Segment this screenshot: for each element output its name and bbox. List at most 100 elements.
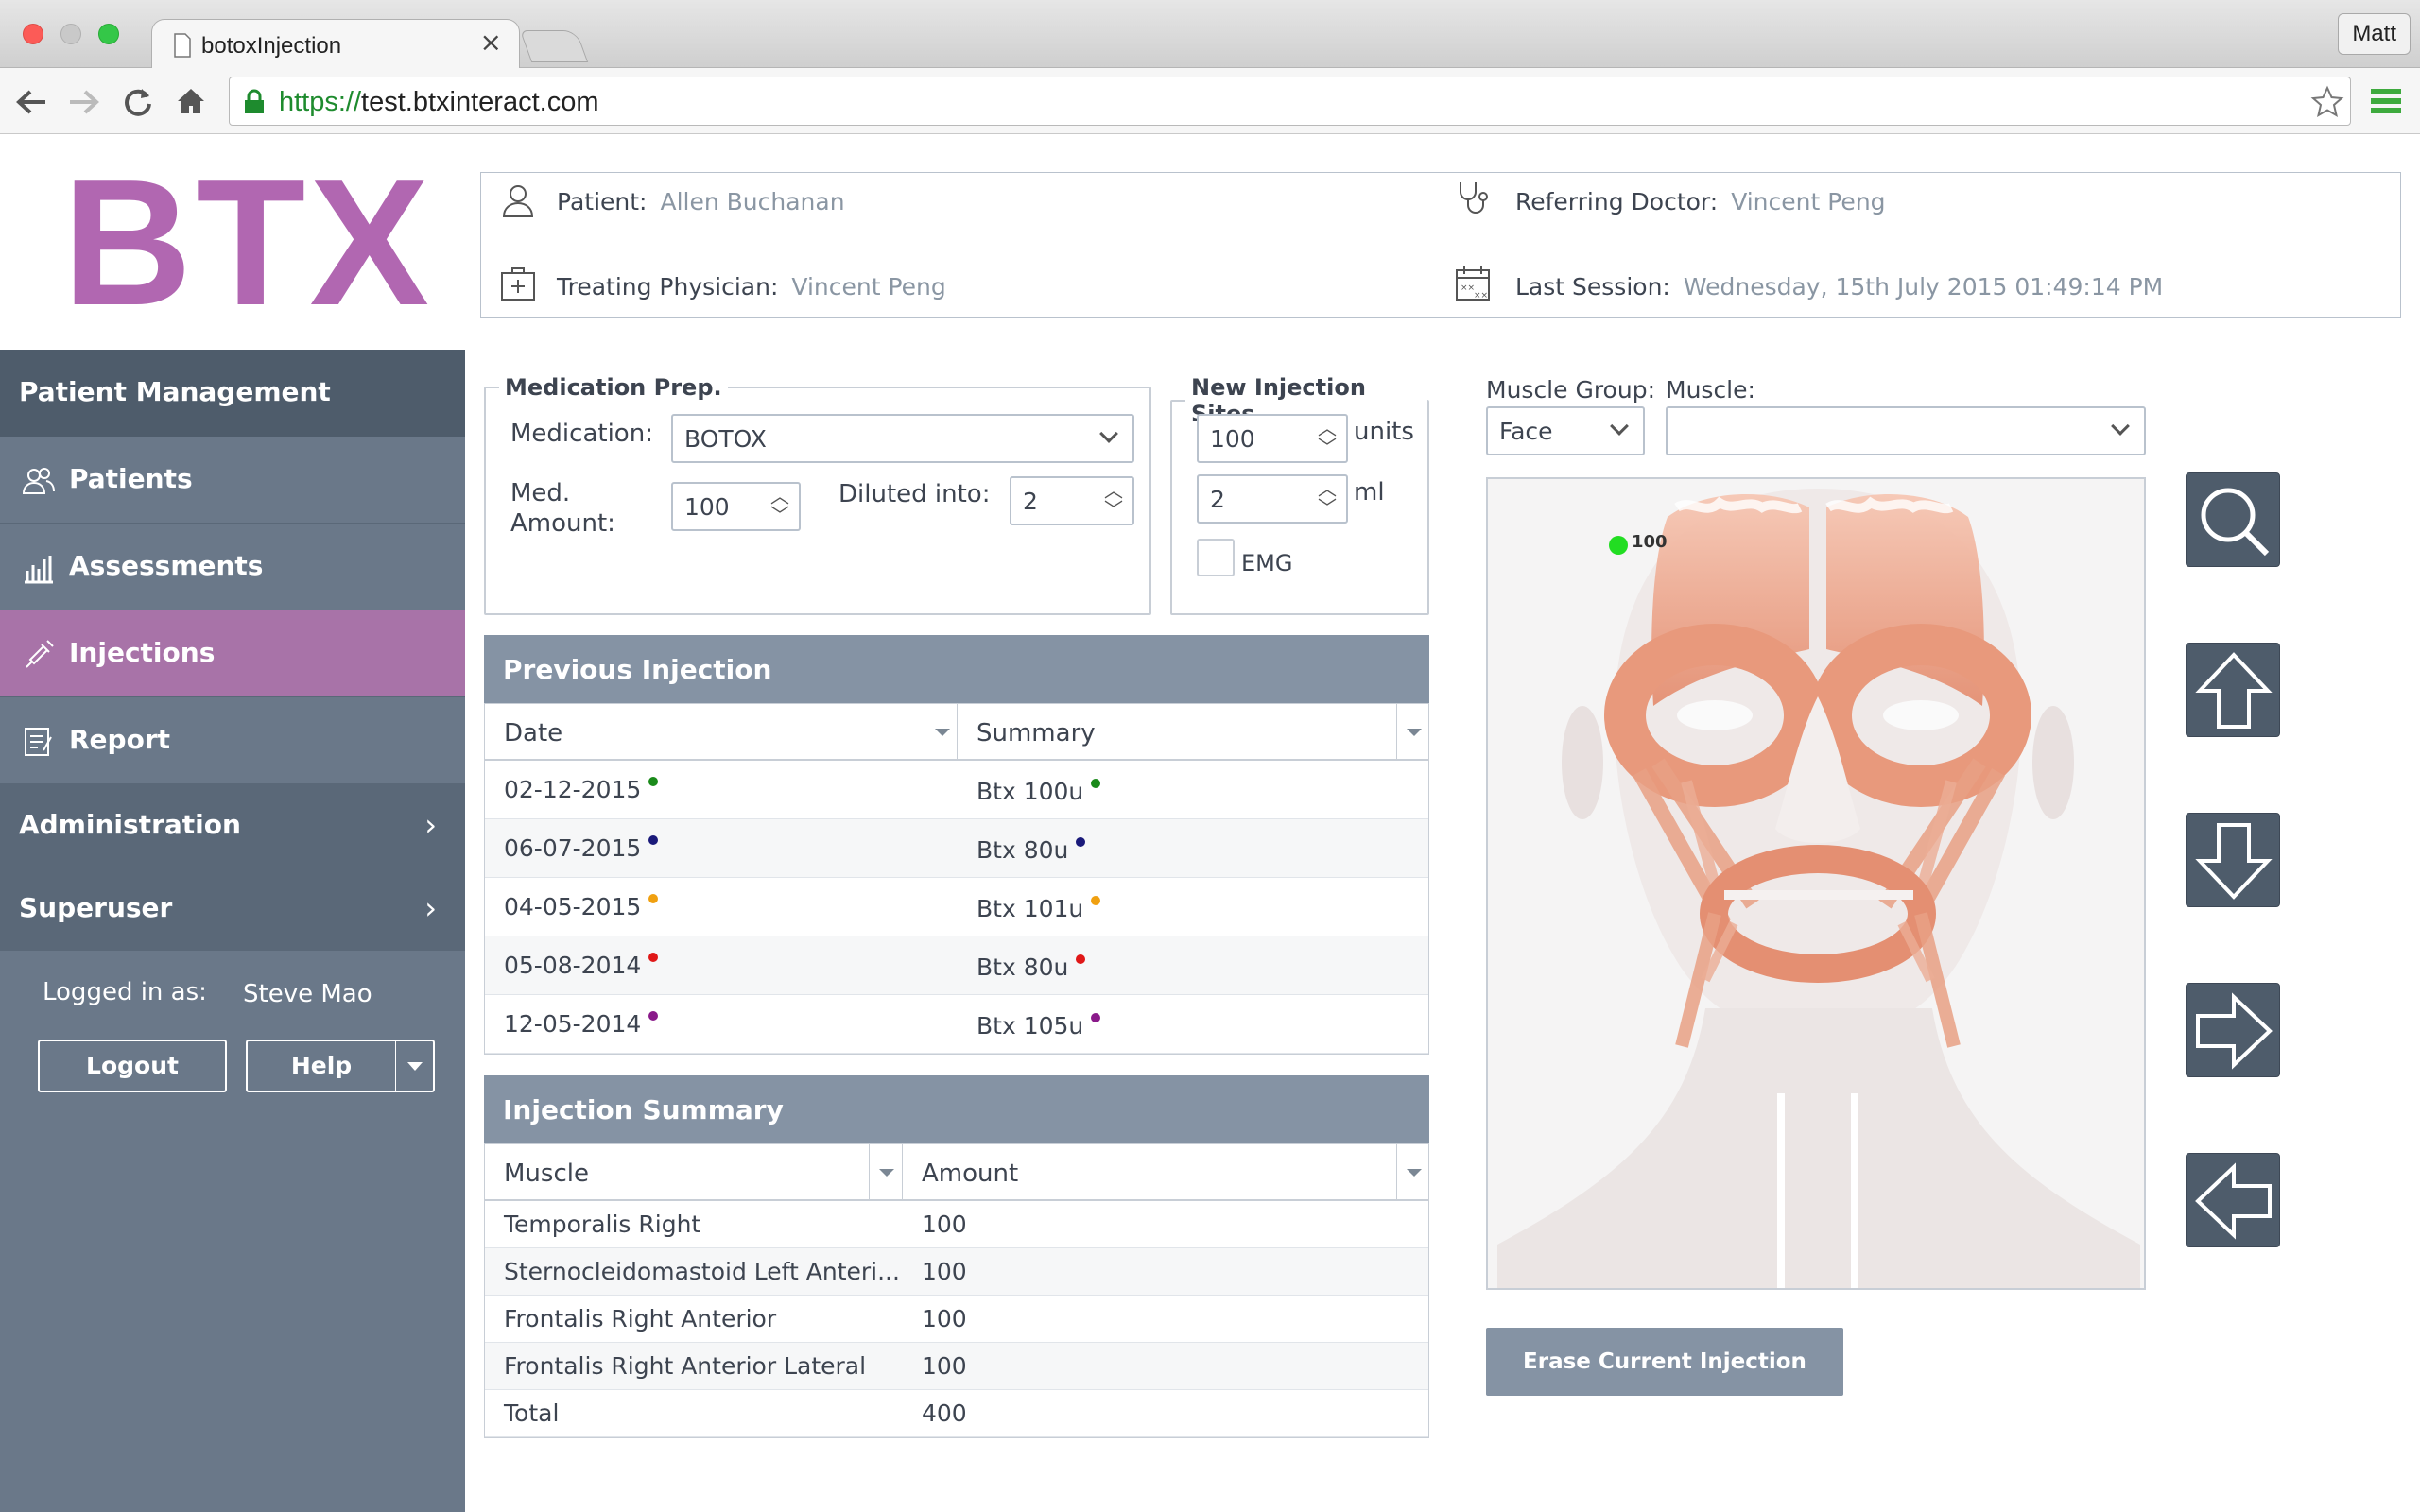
muscle-label: Muscle:	[1666, 376, 1755, 404]
back-icon[interactable]	[15, 89, 47, 115]
last-session: Wednesday, 15th July 2015 01:49:14 PM	[1683, 273, 2164, 301]
status-dot	[1091, 896, 1101, 905]
magnifier-icon	[2201, 488, 2270, 557]
column-menu-icon[interactable]	[1396, 704, 1428, 761]
home-icon[interactable]	[176, 87, 206, 115]
zoom-button[interactable]	[2186, 472, 2280, 567]
muscle-name: Sternocleidomastoid Left Anteri...	[504, 1258, 900, 1285]
medication-select[interactable]: BOTOX	[671, 414, 1134, 463]
column-header-date[interactable]: Date	[504, 719, 562, 747]
move-left-button[interactable]	[2186, 1153, 2280, 1247]
injection-summary: Btx 105u	[977, 1012, 1101, 1040]
reload-icon[interactable]	[123, 87, 153, 117]
browser-tab[interactable]: botoxInjection ×	[151, 19, 520, 70]
face-anatomy-canvas[interactable]: 100	[1486, 477, 2146, 1290]
table-row[interactable]: 12-05-2014 Btx 105u	[485, 995, 1428, 1054]
status-dot	[1076, 954, 1086, 964]
injection-date: 12-05-2014	[504, 1010, 659, 1038]
column-menu-icon[interactable]	[1396, 1144, 1428, 1201]
column-header-summary[interactable]: Summary	[977, 719, 1096, 747]
address-bar[interactable]: https://test.btxinteract.com	[229, 77, 2351, 126]
table-row[interactable]: 06-07-2015 Btx 80u	[485, 819, 1428, 878]
muscle-amount: 100	[922, 1305, 967, 1332]
sidebar-group-superuser[interactable]: Superuser ›	[0, 868, 465, 951]
spinner-arrows-icon[interactable]: ︿ ﹀	[770, 487, 789, 524]
med-amount-stepper[interactable]: 100 ︿ ﹀	[671, 482, 801, 531]
referring-doctor-row: Referring Doctor: Vincent Peng	[1515, 188, 1886, 215]
emg-checkbox[interactable]	[1197, 539, 1235, 576]
caret-down-icon	[407, 1062, 423, 1078]
forward-icon[interactable]	[68, 89, 100, 115]
spinner-arrows-icon[interactable]: ︿ ﹀	[1318, 419, 1337, 456]
units-stepper[interactable]: 100 ︿ ﹀	[1197, 414, 1348, 463]
close-window-button[interactable]	[23, 24, 43, 44]
menu-icon[interactable]	[2371, 87, 2401, 115]
table-row[interactable]: Sternocleidomastoid Left Anteri... 100	[485, 1248, 1428, 1296]
profile-button[interactable]: Matt	[2338, 13, 2411, 55]
erase-injection-points-button[interactable]: Erase Current Injection Points	[1486, 1328, 1843, 1442]
help-button[interactable]: Help	[246, 1040, 435, 1092]
status-dot	[648, 835, 659, 845]
muscle-amount: 100	[922, 1352, 967, 1380]
table-row[interactable]: Frontalis Right Anterior 100	[485, 1296, 1428, 1343]
table-row[interactable]: 04-05-2015 Btx 101u	[485, 878, 1428, 936]
browser-toolbar: https://test.btxinteract.com	[0, 68, 2420, 134]
injection-date: 02-12-2015	[504, 776, 659, 803]
sidebar-item-report[interactable]: Report	[0, 697, 465, 784]
previous-injection-title: Previous Injection	[484, 635, 1429, 703]
ml-stepper[interactable]: 2 ︿ ﹀	[1197, 474, 1348, 524]
medication-label: Medication:	[510, 420, 653, 448]
injection-summary-grid: Muscle Amount Temporalis Right 100 Sternoc…	[484, 1143, 1429, 1438]
minimize-window-button[interactable]	[60, 24, 81, 44]
table-row[interactable]: Frontalis Right Anterior Lateral 100	[485, 1343, 1428, 1390]
close-tab-icon[interactable]: ×	[480, 29, 502, 56]
arrow-left-icon	[2195, 1162, 2272, 1240]
status-dot	[648, 894, 659, 903]
muscle-amount: 100	[922, 1258, 967, 1285]
spinner-arrows-icon[interactable]: ︿ ﹀	[1104, 481, 1123, 519]
svg-text:××: ××	[1461, 284, 1475, 293]
maximize-window-button[interactable]	[98, 24, 119, 44]
new-tab-button[interactable]	[519, 30, 589, 62]
column-header-muscle[interactable]: Muscle	[504, 1160, 589, 1188]
sidebar-item-patients[interactable]: Patients	[0, 437, 465, 524]
move-down-button[interactable]	[2186, 813, 2280, 907]
table-row[interactable]: Temporalis Right 100	[485, 1201, 1428, 1248]
move-up-button[interactable]	[2186, 643, 2280, 737]
diluted-into-label: Diluted into:	[838, 480, 991, 508]
muscle-select[interactable]	[1666, 406, 2146, 455]
sidebar-item-injections[interactable]: Injections	[0, 610, 465, 697]
logged-in-label: Logged in as:	[43, 978, 207, 1006]
previous-injection-grid: Date Summary 02-12-2015 Btx 100u 06-07-201…	[484, 703, 1429, 1055]
patient-info-panel: Patient: Allen Buchanan Referring Doctor:…	[480, 172, 2401, 318]
column-menu-icon[interactable]	[925, 704, 957, 761]
summary-total-row: Total 400	[485, 1390, 1428, 1437]
logout-button[interactable]: Logout	[38, 1040, 227, 1092]
arrow-right-icon	[2196, 992, 2273, 1070]
sidebar-item-assessments[interactable]: Assessments	[0, 524, 465, 610]
medical-kit-icon	[501, 267, 535, 301]
move-right-button[interactable]	[2186, 983, 2280, 1077]
browser-tab-bar: botoxInjection × Matt	[0, 0, 2420, 70]
table-row[interactable]: 02-12-2015 Btx 100u	[485, 761, 1428, 819]
injection-date: 06-07-2015	[504, 834, 659, 862]
patient-name-row: Patient: Allen Buchanan	[557, 188, 845, 215]
injection-summary: Btx 80u	[977, 954, 1086, 981]
sidebar-item-label: Injections	[69, 637, 216, 668]
help-dropdown-toggle[interactable]	[395, 1041, 433, 1091]
column-menu-icon[interactable]	[869, 1144, 901, 1201]
muscle-group-label: Muscle Group:	[1486, 376, 1655, 404]
total-label: Total	[504, 1400, 560, 1427]
spinner-arrows-icon[interactable]: ︿ ﹀	[1318, 479, 1337, 517]
sidebar-group-administration[interactable]: Administration ›	[0, 784, 465, 868]
bookmark-star-icon[interactable]	[2310, 85, 2344, 119]
face-muscle-illustration: 100	[1497, 489, 2140, 1288]
arrow-down-icon	[2195, 823, 2273, 900]
muscle-group-select[interactable]: Face	[1486, 406, 1645, 455]
table-row[interactable]: 05-08-2014 Btx 80u	[485, 936, 1428, 995]
diluted-into-stepper[interactable]: 2 ︿ ﹀	[1010, 476, 1134, 525]
injection-point[interactable]	[1609, 536, 1628, 555]
sidebar-header: Patient Management	[0, 350, 465, 437]
column-header-amount[interactable]: Amount	[922, 1160, 1018, 1188]
injection-summary: Btx 80u	[977, 836, 1086, 864]
